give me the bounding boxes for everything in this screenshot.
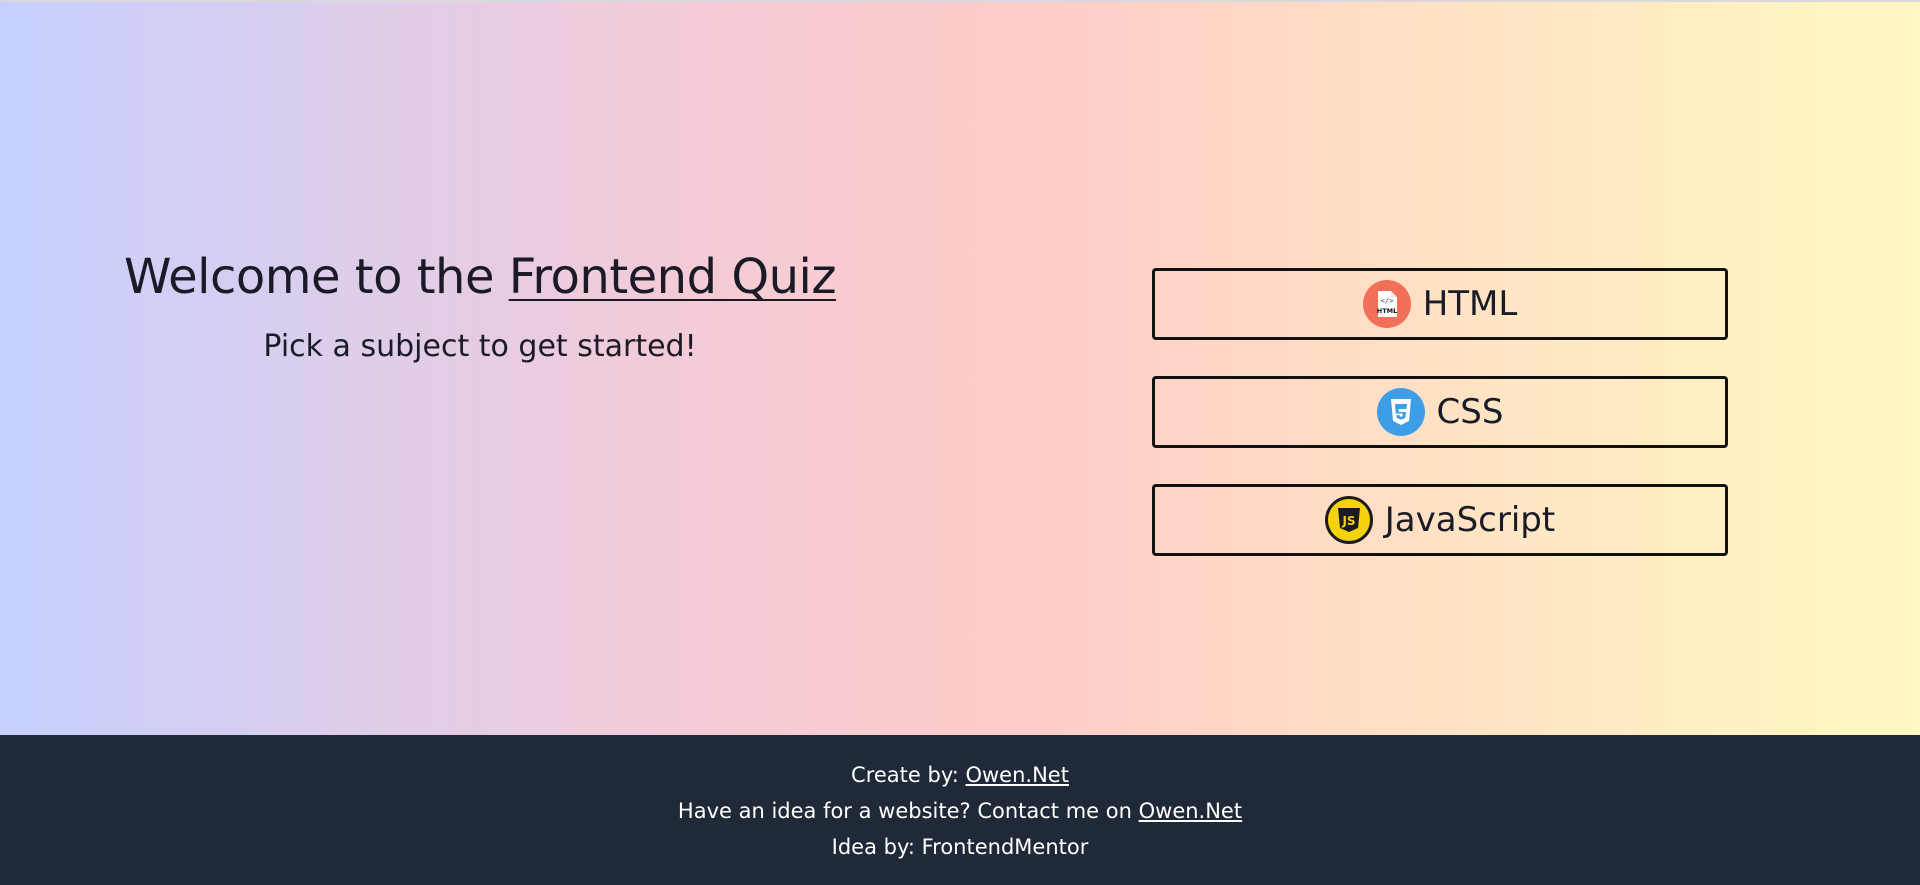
subject-button-html[interactable]: </> HTML HTML [1152, 268, 1728, 340]
hero: Welcome to the Frontend Quiz Pick a subj… [60, 240, 900, 368]
footer-contact-prefix: Have an idea for a website? Contact me o… [677, 799, 1139, 823]
footer-created: Create by: Owen.Net [0, 757, 1920, 793]
subject-list: </> HTML HTML CSS JS JavaScript [1152, 268, 1728, 592]
html-icon: </> HTML [1362, 280, 1411, 328]
footer-created-link[interactable]: Owen.Net [965, 763, 1068, 787]
title-prefix: Welcome to the [123, 249, 509, 305]
css-icon [1376, 388, 1425, 436]
footer-created-prefix: Create by: [851, 763, 966, 787]
javascript-icon: JS [1324, 496, 1373, 544]
main-section: Welcome to the Frontend Quiz Pick a subj… [0, 0, 1920, 735]
frontend-quiz-link[interactable]: Frontend Quiz [509, 249, 837, 305]
svg-text:HTML: HTML [1376, 307, 1396, 315]
footer-idea: Idea by: FrontendMentor [831, 835, 1089, 859]
subject-button-css[interactable]: CSS [1152, 376, 1728, 448]
subject-label: HTML [1422, 284, 1518, 324]
svg-text:</>: </> [1380, 297, 1393, 305]
page-subtitle: Pick a subject to get started! [263, 329, 697, 364]
footer-contact-link[interactable]: Owen.Net [1139, 799, 1242, 823]
subject-button-javascript[interactable]: JS JavaScript [1152, 484, 1728, 556]
page-title: Welcome to the Frontend Quiz [60, 240, 900, 314]
subject-label: JavaScript [1384, 500, 1556, 540]
subject-label: CSS [1436, 392, 1504, 432]
svg-text:JS: JS [1341, 514, 1355, 528]
footer-contact: Have an idea for a website? Contact me o… [0, 793, 1920, 829]
footer: Create by: Owen.Net Have an idea for a w… [0, 735, 1920, 885]
